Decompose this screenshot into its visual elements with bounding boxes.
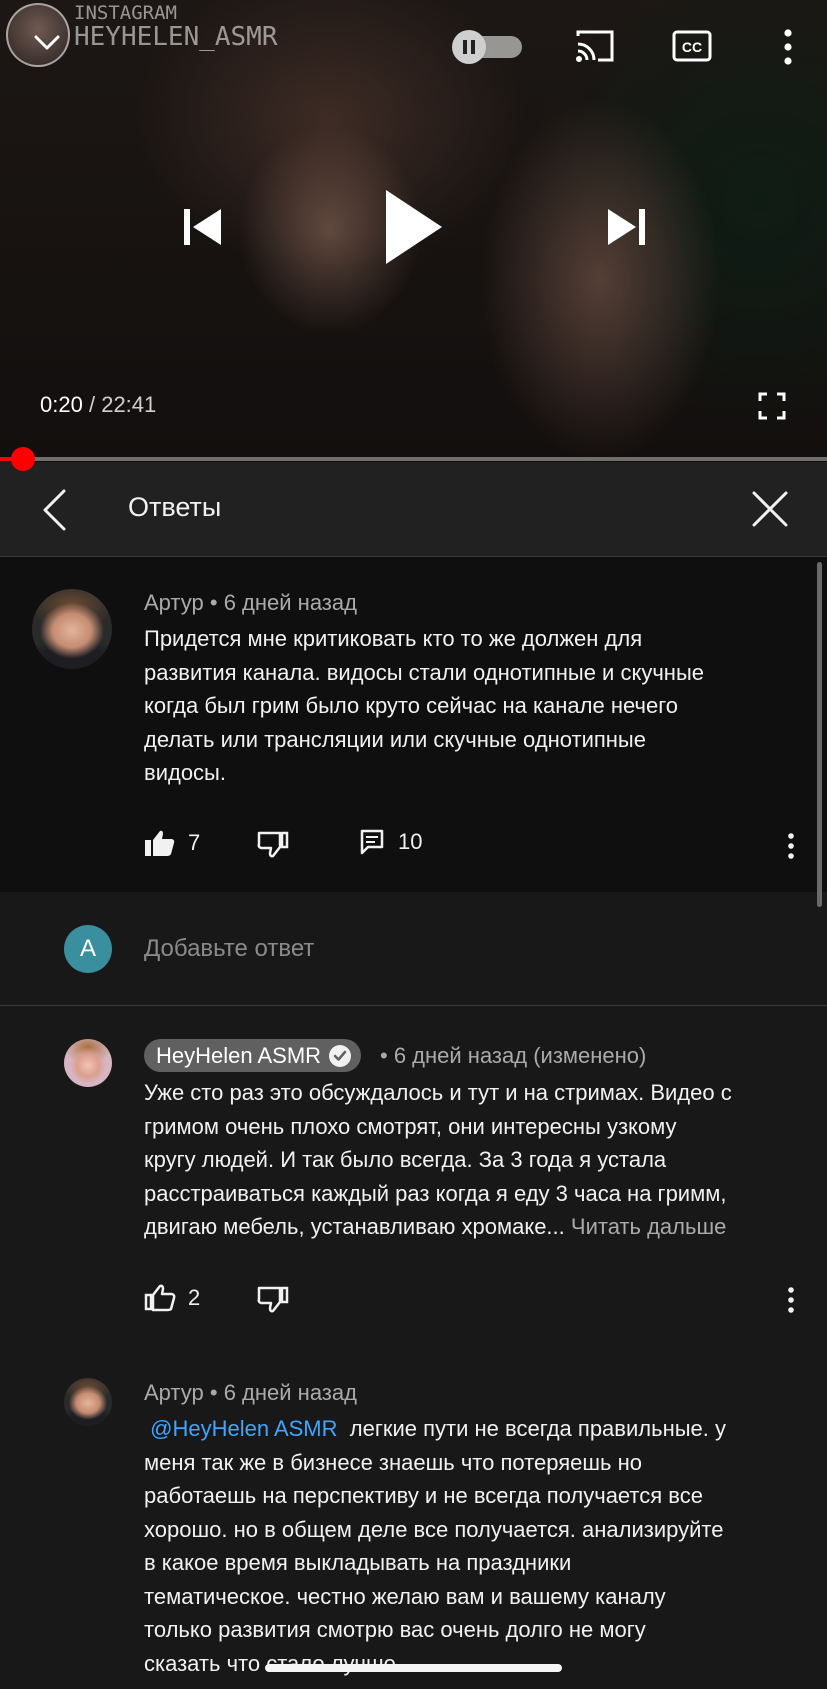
comment-time: 6 дней назад xyxy=(223,590,357,615)
comment-author[interactable]: Артур xyxy=(144,590,204,615)
comment-line: работаешь на перспективу и не всегда пол… xyxy=(144,1483,703,1508)
more-vert-icon[interactable] xyxy=(780,28,796,71)
dislike-button[interactable] xyxy=(257,1285,289,1313)
comment-line: меня так же в бизнесе знаешь что потеряе… xyxy=(144,1449,642,1475)
comment-text: @HeyHelen ASMR легкие пути не всегда пра… xyxy=(144,1412,804,1680)
thumbs-down-icon xyxy=(257,1285,289,1313)
comment-text: Придется мне критиковать кто то же долже… xyxy=(144,622,794,790)
thumbs-down-icon xyxy=(257,830,289,858)
reply-input[interactable]: Добавьте ответ xyxy=(144,935,314,963)
comment-line: гримом очень плохо смотрят, они интересн… xyxy=(144,1113,677,1139)
comment-text: Уже сто раз это обсуждалось и тут и на с… xyxy=(144,1076,804,1244)
meta-dot: • xyxy=(209,1380,218,1405)
thumbs-up-filled-icon xyxy=(144,829,176,857)
comment-line: Придется мне критиковать кто то же долже… xyxy=(144,626,643,651)
scrollbar[interactable] xyxy=(817,562,822,907)
comment-line: видосы. xyxy=(144,760,226,785)
comment-author[interactable]: Артур xyxy=(144,1380,204,1405)
channel-owner-badge[interactable]: HeyHelen ASMR xyxy=(144,1039,362,1072)
autoplay-toggle-icon[interactable] xyxy=(452,30,524,64)
close-icon[interactable] xyxy=(751,490,789,533)
mention-link[interactable]: @HeyHelen ASMR xyxy=(150,1416,337,1441)
comment-line: в какое время выкладывать на праздники xyxy=(144,1550,572,1575)
reply-count: 10 xyxy=(398,829,423,854)
read-more-link[interactable]: Читать дальше xyxy=(571,1214,726,1239)
video-player[interactable]: INSTAGRAM HEYHELEN_ASMR CC 0:20 / 22:41 xyxy=(0,0,827,462)
progress-track[interactable] xyxy=(0,457,827,461)
avatar[interactable] xyxy=(64,1378,112,1426)
replies-header: Ответы xyxy=(0,462,827,557)
like-count: 2 xyxy=(188,1285,201,1310)
home-indicator[interactable] xyxy=(265,1664,562,1672)
thumbs-up-icon xyxy=(144,1284,176,1312)
timecode: 0:20 / 22:41 xyxy=(40,392,156,418)
cast-icon[interactable] xyxy=(574,28,616,69)
comment-line-text: легкие пути не всегда правильные. у xyxy=(349,1416,726,1441)
previous-icon[interactable] xyxy=(181,206,223,248)
comment-line: двигаю мебель, устанавливаю хромаке... Ч… xyxy=(144,1210,804,1244)
replies-button[interactable]: 10 xyxy=(360,829,422,855)
comment-line: когда был грим было круто сейчас на кана… xyxy=(144,693,678,718)
comment-time: 6 дней назад (изменено) xyxy=(393,1043,647,1068)
more-vert-icon[interactable] xyxy=(786,1286,796,1319)
fullscreen-icon[interactable] xyxy=(758,392,786,425)
comment-line: хорошо. но в общем деле все получается. … xyxy=(144,1516,724,1542)
chevron-down-icon[interactable] xyxy=(30,26,64,65)
comment-line: кругу людей. И так было всегда. За 3 год… xyxy=(144,1147,667,1172)
progress-scrubber[interactable] xyxy=(11,447,35,471)
replies-title: Ответы xyxy=(128,492,222,522)
time-separator: / xyxy=(88,392,96,417)
comment-line: @HeyHelen ASMR легкие пути не всегда пра… xyxy=(144,1412,804,1446)
meta-dot: • xyxy=(380,1043,388,1068)
captions-icon[interactable]: CC xyxy=(672,30,712,67)
play-icon[interactable] xyxy=(384,188,444,266)
meta-dot: • xyxy=(209,590,218,615)
like-button[interactable]: 2 xyxy=(144,1284,200,1312)
more-vert-icon[interactable] xyxy=(786,832,796,865)
like-count: 7 xyxy=(188,830,201,855)
watermark-line1: INSTAGRAM xyxy=(74,2,177,24)
watermark-line2: HEYHELEN_ASMR xyxy=(74,21,278,52)
next-icon[interactable] xyxy=(606,206,648,248)
comment-line-text: двигаю мебель, устанавливаю хромаке... xyxy=(144,1214,565,1239)
svg-text:CC: CC xyxy=(682,39,702,55)
comment-line: тематическое. честно желаю вам и вашему … xyxy=(144,1583,666,1609)
verified-check-icon xyxy=(329,1044,352,1067)
reply-input-row[interactable] xyxy=(0,892,827,1006)
avatar[interactable] xyxy=(32,589,112,669)
comment-line: Уже сто раз это обсуждалось и тут и на с… xyxy=(144,1080,732,1105)
back-arrow-icon[interactable] xyxy=(40,488,70,537)
current-time: 0:20 xyxy=(40,392,83,417)
comment-line: делать или трансляции или скучные одноти… xyxy=(144,726,646,752)
dislike-button[interactable] xyxy=(257,830,289,858)
watermark: INSTAGRAM HEYHELEN_ASMR xyxy=(74,2,278,52)
like-button[interactable]: 7 xyxy=(144,829,200,857)
comment-meta: Артур • 6 дней назад xyxy=(144,590,357,616)
comment-line: только развития смотрю вас очень долго н… xyxy=(144,1617,646,1642)
user-avatar[interactable]: A xyxy=(64,925,112,973)
comment-meta: • 6 дней назад (изменено) xyxy=(380,1043,646,1069)
comment-author: HeyHelen ASMR xyxy=(156,1042,322,1068)
comment-line: развития канала. видосы стали однотипные… xyxy=(144,659,704,685)
avatar[interactable] xyxy=(64,1039,112,1087)
comment-meta: Артур • 6 дней назад xyxy=(144,1380,357,1406)
comment-line: расстраиваться каждый раз когда я еду 3 … xyxy=(144,1180,727,1206)
duration: 22:41 xyxy=(101,392,157,417)
comment-icon xyxy=(360,829,384,855)
comment-time: 6 дней назад xyxy=(223,1380,357,1405)
